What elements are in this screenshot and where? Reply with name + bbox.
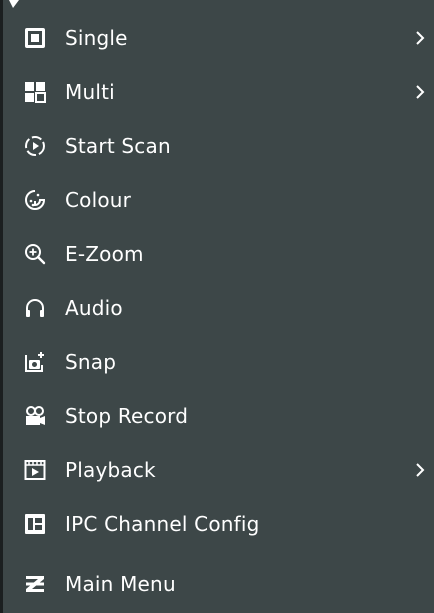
menu-item-label: Playback xyxy=(65,458,156,482)
menu-item-single[interactable]: Single xyxy=(3,11,434,65)
playback-icon xyxy=(24,459,46,481)
headphones-icon xyxy=(24,297,46,319)
main-menu-icon xyxy=(24,573,46,595)
ipc-channel-icon xyxy=(24,513,46,535)
menu-item-label: Stop Record xyxy=(65,404,189,428)
menu-item-snap[interactable]: Snap xyxy=(3,335,434,389)
record-camera-icon xyxy=(24,405,46,427)
menu-item-label: Multi xyxy=(65,80,115,104)
menu-item-stop-record[interactable]: Stop Record xyxy=(3,389,434,443)
chevron-right-icon xyxy=(415,462,425,478)
menu-item-start-scan[interactable]: Start Scan xyxy=(3,119,434,173)
colour-icon xyxy=(24,189,46,211)
single-view-icon xyxy=(24,27,46,49)
menu-item-label: Audio xyxy=(65,296,123,320)
menu-item-ipc-channel-config[interactable]: IPC Channel Config xyxy=(3,497,434,551)
multi-view-icon xyxy=(24,81,46,103)
menu-item-label: Main Menu xyxy=(65,572,176,596)
cursor-icon xyxy=(9,0,19,8)
menu-item-label: Single xyxy=(65,26,128,50)
chevron-right-icon xyxy=(415,84,425,100)
scan-icon xyxy=(24,135,46,157)
menu-item-main-menu[interactable]: Main Menu xyxy=(3,557,434,611)
menu-item-e-zoom[interactable]: E-Zoom xyxy=(3,227,434,281)
menu-item-label: Snap xyxy=(65,350,117,374)
context-menu: Single Multi Start Scan Colour E-Zoom Au… xyxy=(0,0,434,613)
menu-item-label: Start Scan xyxy=(65,134,171,158)
menu-item-audio[interactable]: Audio xyxy=(3,281,434,335)
snapshot-icon xyxy=(24,351,46,373)
chevron-right-icon xyxy=(415,30,425,46)
zoom-in-icon xyxy=(24,243,46,265)
menu-item-label: Colour xyxy=(65,188,132,212)
menu-item-label: E-Zoom xyxy=(65,242,144,266)
menu-item-playback[interactable]: Playback xyxy=(3,443,434,497)
menu-item-label: IPC Channel Config xyxy=(65,512,260,536)
menu-item-colour[interactable]: Colour xyxy=(3,173,434,227)
menu-item-multi[interactable]: Multi xyxy=(3,65,434,119)
